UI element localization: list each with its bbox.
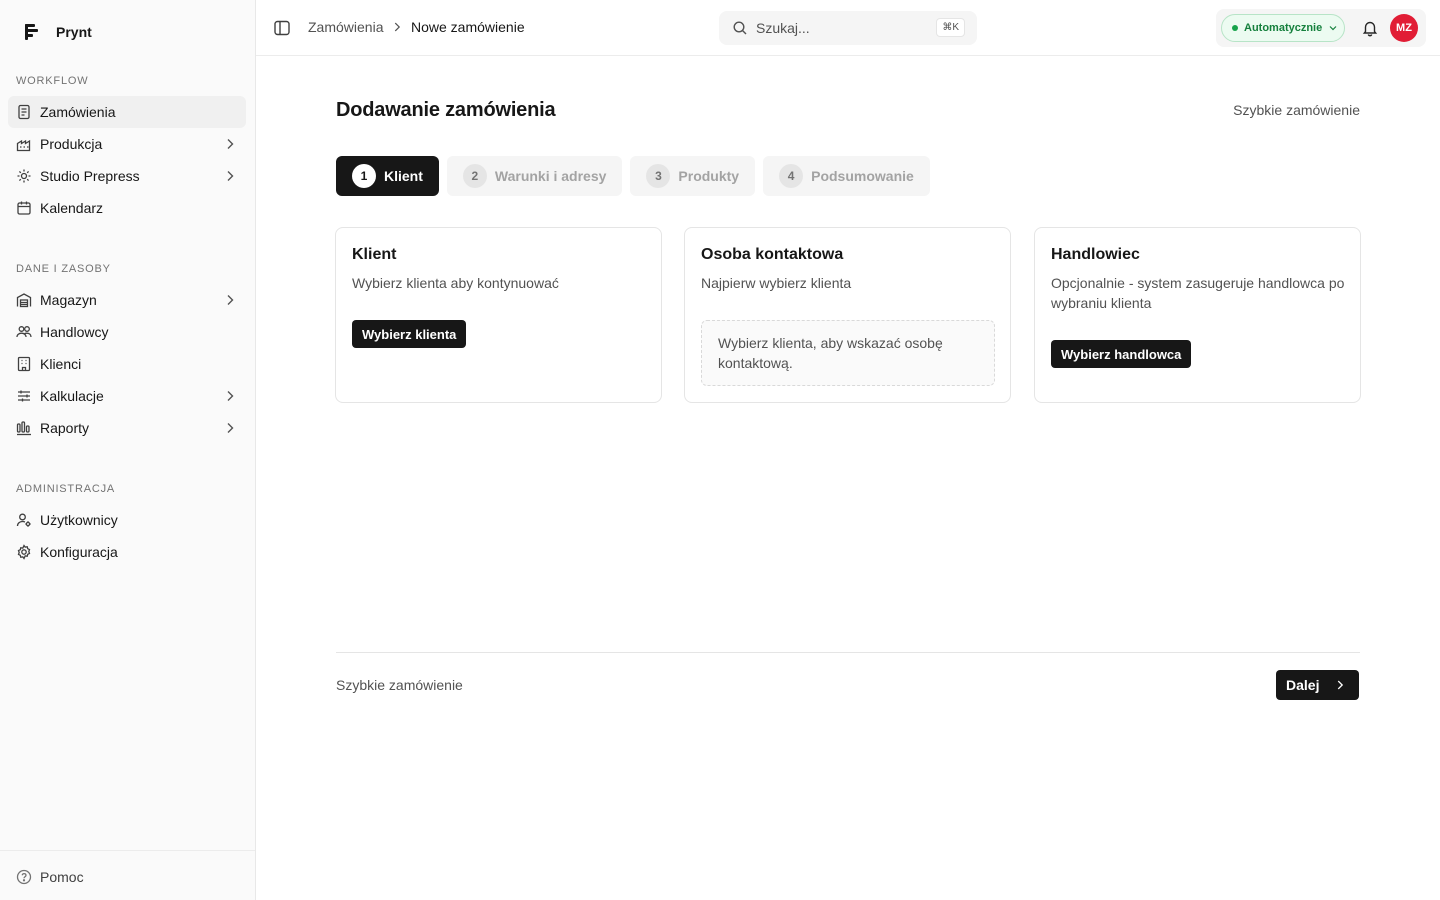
- chevron-right-icon: [1337, 680, 1344, 690]
- brand-name: Prynt: [56, 24, 92, 40]
- sidebar-item-raporty[interactable]: Raporty: [8, 412, 246, 444]
- chevron-right-icon: [394, 22, 401, 32]
- mode-selector[interactable]: Automatycznie: [1221, 14, 1345, 42]
- card-title: Osoba kontaktowa: [701, 246, 844, 263]
- step-produkty[interactable]: 3 Produkty: [630, 156, 756, 196]
- orders-icon: [16, 104, 32, 120]
- sidebar: Prynt WORKFLOW Zamówienia Produkcja Stud…: [0, 0, 256, 900]
- sidebar-item-label: Konfiguracja: [40, 544, 118, 560]
- sidebar-item-konfiguracja[interactable]: Konfiguracja: [8, 536, 246, 568]
- sidebar-item-handlowcy[interactable]: Handlowcy: [8, 316, 246, 348]
- page-title: Dodawanie zamówienia: [336, 99, 556, 121]
- prynt-logo-icon: [25, 24, 38, 40]
- sidebar-item-label: Raporty: [40, 420, 90, 436]
- sidebar-item-label: Kalendarz: [40, 200, 104, 216]
- top-header: Zamówienia Nowe zamówienie Szukaj... ⌘K …: [256, 0, 1440, 56]
- sidebar-item-kalendarz[interactable]: Kalendarz: [8, 192, 246, 224]
- sidebar-footer: Pomoc: [0, 850, 255, 900]
- step-warunki-i-adresy[interactable]: 2 Warunki i adresy: [446, 156, 623, 196]
- step-number: 4: [779, 164, 804, 188]
- card-description: Opcjonalnie - system zasugeruje handlowc…: [1051, 275, 1345, 311]
- card-title: Klient: [352, 246, 397, 263]
- step-podsumowanie[interactable]: 4 Podsumowanie: [763, 156, 930, 196]
- status-dot: [1232, 25, 1238, 31]
- chevron-right-icon: [227, 139, 234, 149]
- gear-icon: [16, 544, 32, 560]
- section-label-dane-i-zasoby: DANE I ZASOBY: [16, 263, 111, 275]
- sidebar-item-label: Użytkownicy: [40, 512, 118, 528]
- search-placeholder: Szukaj...: [756, 20, 810, 36]
- client-card: Klient Wybierz klienta aby kontynuować W…: [335, 227, 662, 403]
- card-title: Handlowiec: [1051, 246, 1140, 263]
- step-label: Klient: [384, 168, 423, 184]
- next-button-label: Dalej: [1286, 677, 1320, 693]
- sidebar-item-label: Studio Prepress: [40, 168, 140, 184]
- footer-divider: [336, 652, 1360, 653]
- quick-order-link-bottom[interactable]: Szybkie zamówienie: [336, 677, 463, 693]
- breadcrumb-current: Nowe zamówienie: [411, 19, 525, 35]
- breadcrumb-orders[interactable]: Zamówienia: [308, 19, 383, 35]
- calendar-icon: [16, 200, 32, 216]
- step-label: Podsumowanie: [811, 168, 914, 184]
- step-number: 3: [646, 164, 671, 188]
- step-number: 1: [352, 164, 376, 188]
- section-label-workflow: WORKFLOW: [16, 75, 89, 87]
- sidebar-item-produkcja[interactable]: Produkcja: [8, 128, 246, 160]
- next-button[interactable]: Dalej: [1276, 670, 1359, 700]
- contact-placeholder: Wybierz klienta, aby wskazać osobę konta…: [701, 320, 995, 386]
- sidebar-toggle-icon[interactable]: [272, 18, 292, 38]
- card-description: Wybierz klienta aby kontynuować: [352, 275, 559, 291]
- salesperson-card: Handlowiec Opcjonalnie - system zasugeru…: [1034, 227, 1361, 403]
- user-cog-icon: [16, 512, 32, 528]
- step-label: Warunki i adresy: [494, 168, 607, 184]
- chevron-right-icon: [227, 391, 234, 401]
- step-label: Produkty: [678, 168, 740, 184]
- quick-order-link-top[interactable]: Szybkie zamówienie: [1233, 102, 1360, 118]
- order-stepper: 1 Klient 2 Warunki i adresy 3 Produkty 4…: [336, 156, 930, 196]
- search-shortcut: ⌘K: [936, 18, 965, 37]
- help-link[interactable]: Pomoc: [8, 861, 246, 893]
- chevron-down-icon: [1329, 26, 1337, 31]
- section-label-administracja: ADMINISTRACJA: [16, 483, 116, 495]
- contact-person-card: Osoba kontaktowa Najpierw wybierz klient…: [684, 227, 1011, 403]
- factory-icon: [16, 136, 32, 152]
- chart-icon: [16, 420, 32, 436]
- search-bar[interactable]: Szukaj... ⌘K: [719, 11, 977, 45]
- building-icon: [16, 356, 32, 372]
- sidebar-item-label: Klienci: [40, 356, 82, 372]
- select-client-button[interactable]: Wybierz klienta: [352, 320, 467, 348]
- sidebar-item-zamowienia[interactable]: Zamówienia: [8, 96, 246, 128]
- brand[interactable]: Prynt: [22, 20, 92, 44]
- users-icon: [16, 324, 32, 340]
- sidebar-item-kalkulacje[interactable]: Kalkulacje: [8, 380, 246, 412]
- user-avatar[interactable]: MZ: [1390, 14, 1418, 42]
- studio-icon: [16, 168, 32, 184]
- bell-icon[interactable]: [1361, 19, 1379, 37]
- select-salesperson-button[interactable]: Wybierz handlowca: [1051, 340, 1192, 368]
- step-number: 2: [462, 164, 487, 188]
- chevron-right-icon: [227, 171, 234, 181]
- warehouse-icon: [16, 292, 32, 308]
- sidebar-item-label: Zamówienia: [40, 104, 116, 120]
- sidebar-item-label: Handlowcy: [40, 324, 109, 340]
- mode-label: Automatycznie: [1244, 22, 1323, 34]
- sidebar-item-label: Produkcja: [40, 136, 103, 152]
- sidebar-item-studio-prepress[interactable]: Studio Prepress: [8, 160, 246, 192]
- sliders-icon: [16, 388, 32, 404]
- help-label: Pomoc: [40, 869, 84, 885]
- sidebar-item-klienci[interactable]: Klienci: [8, 348, 246, 380]
- chevron-right-icon: [227, 295, 234, 305]
- sidebar-item-uzytkownicy[interactable]: Użytkownicy: [8, 504, 246, 536]
- sidebar-item-label: Magazyn: [40, 292, 97, 308]
- sidebar-item-label: Kalkulacje: [40, 388, 104, 404]
- card-description: Najpierw wybierz klienta: [701, 275, 852, 291]
- help-circle-icon: [16, 869, 32, 885]
- search-icon: [733, 21, 747, 35]
- header-actions: Automatycznie MZ: [1216, 9, 1426, 47]
- sidebar-item-magazyn[interactable]: Magazyn: [8, 284, 246, 316]
- chevron-right-icon: [227, 423, 234, 433]
- step-klient[interactable]: 1 Klient: [336, 156, 439, 196]
